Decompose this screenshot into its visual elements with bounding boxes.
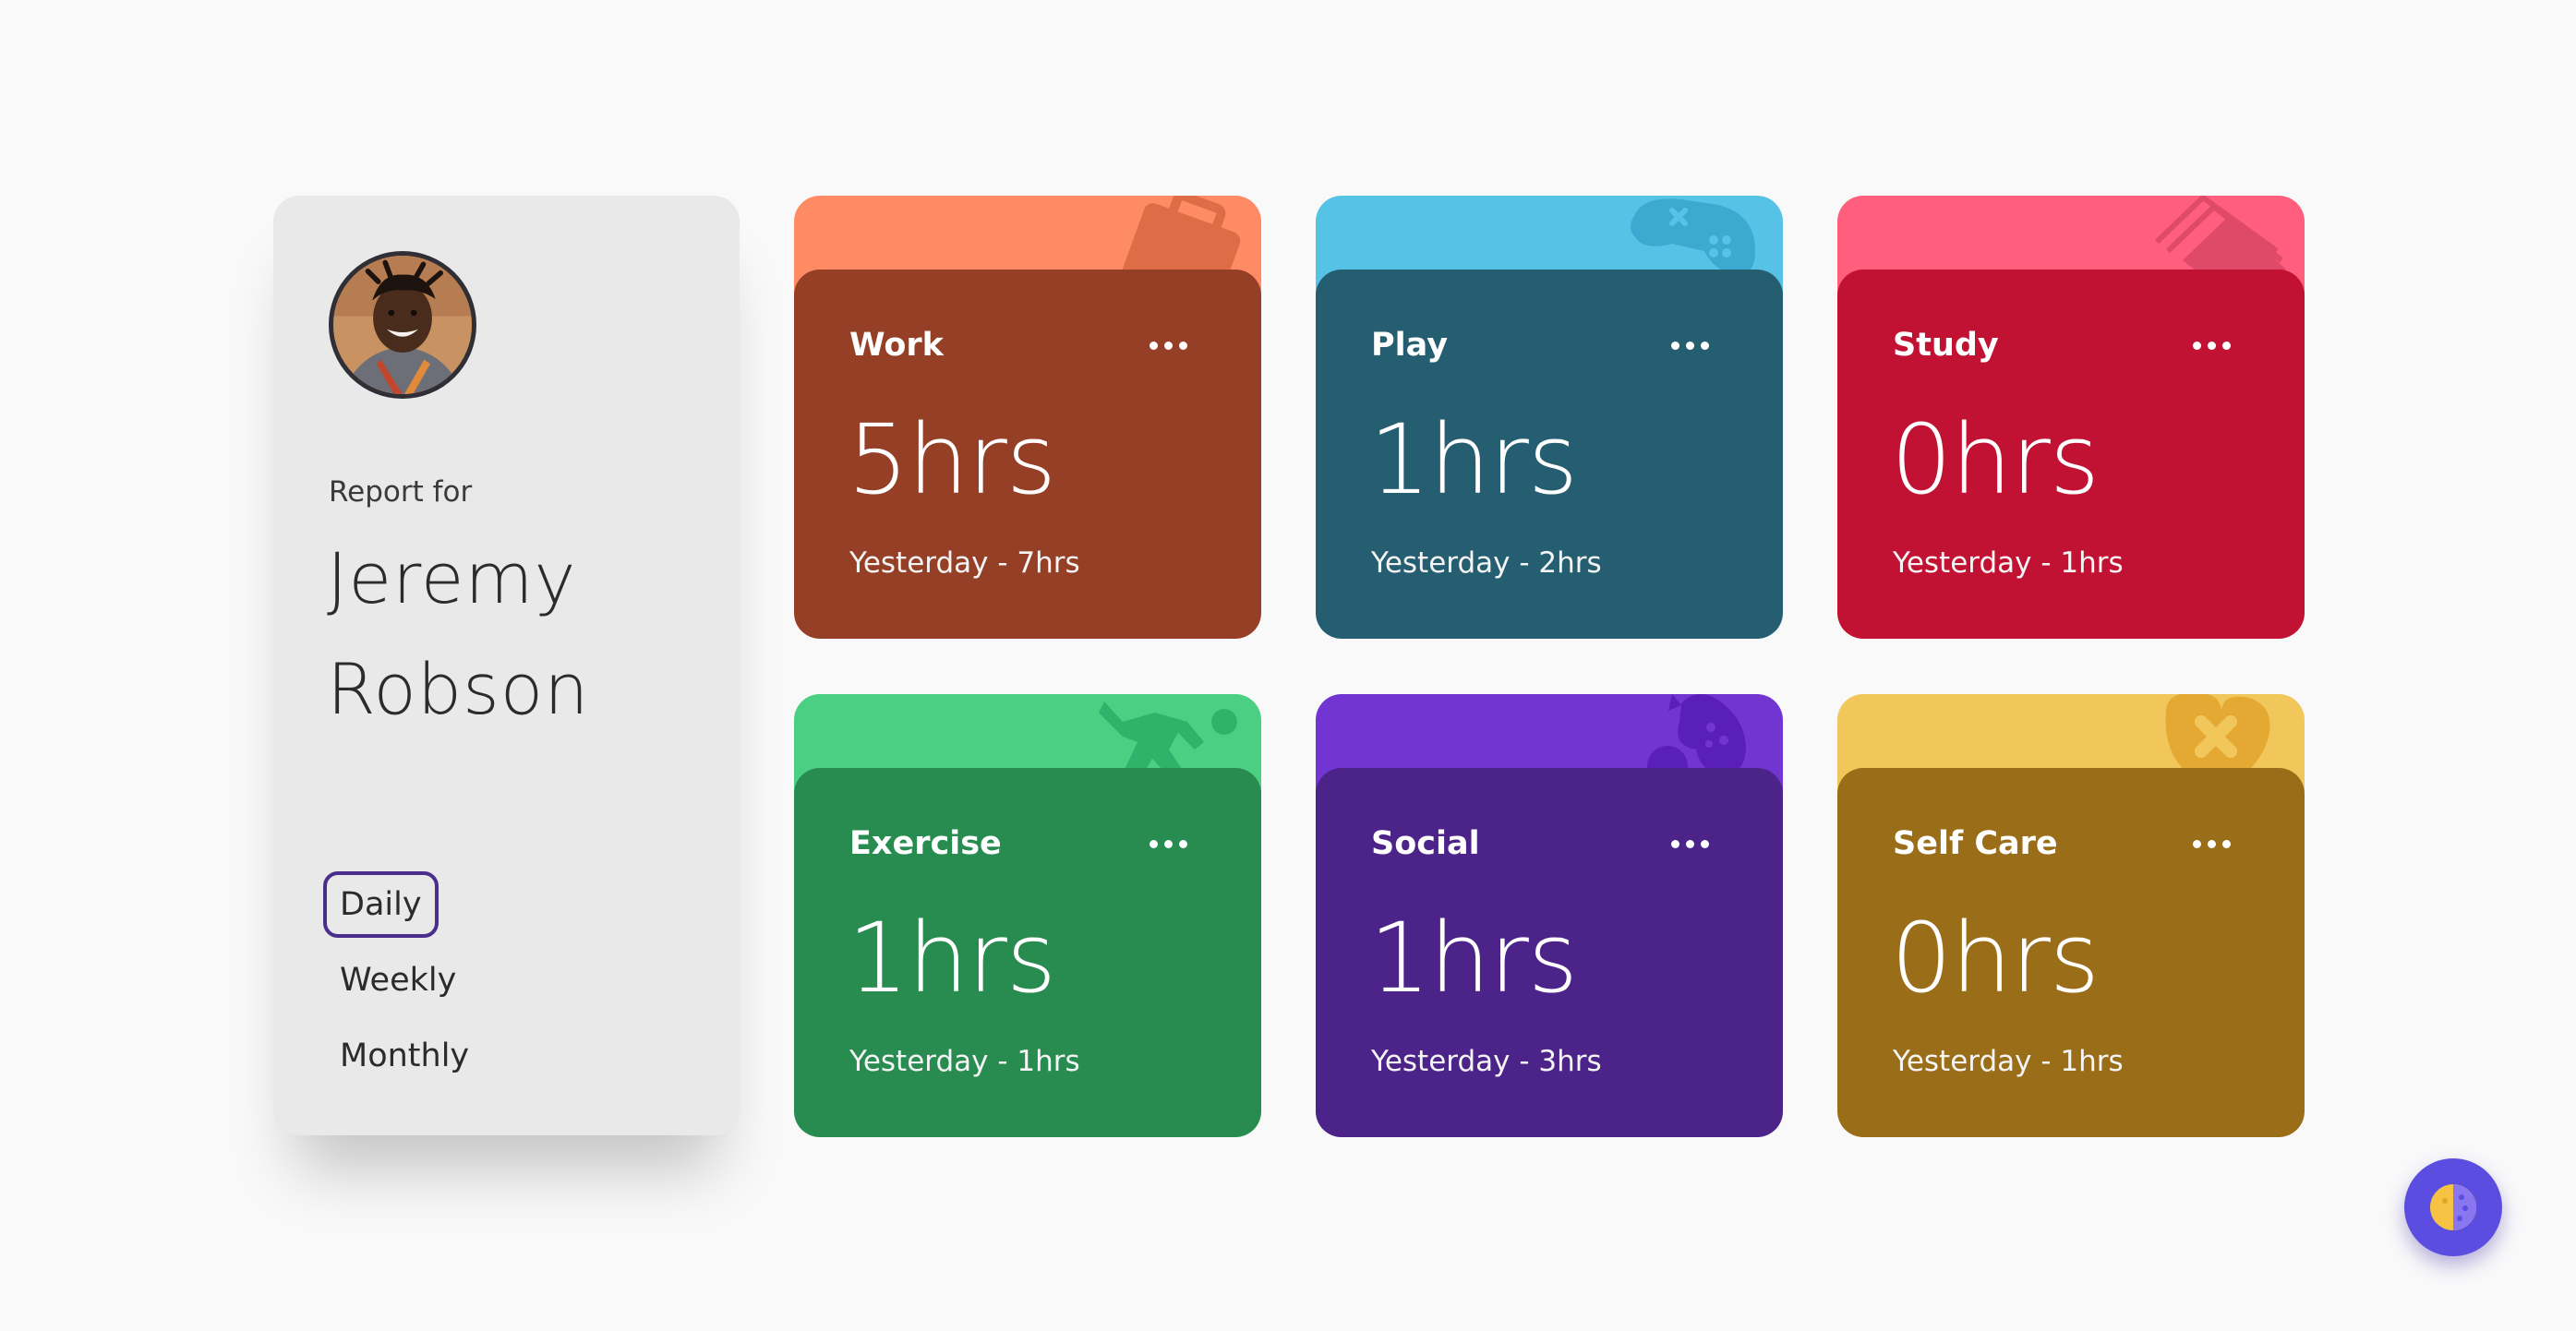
report-for-label: Report for (329, 475, 473, 509)
activity-previous: Yesterday - 1hrs (1893, 1045, 2124, 1078)
activity-card-work: Work 5hrs Yesterday - 7hrs (794, 196, 1261, 639)
profile-card: Report for Jeremy Robson Daily Weekly Mo… (273, 196, 740, 1135)
more-options-icon[interactable] (1671, 327, 1709, 364)
more-options-icon[interactable] (2193, 825, 2231, 862)
time-tracking-dashboard: Report for Jeremy Robson Daily Weekly Mo… (0, 0, 2576, 1331)
activity-hours: 5hrs (848, 403, 1056, 516)
avatar-image (333, 256, 472, 394)
activity-card-body: Social 1hrs Yesterday - 3hrs (1316, 768, 1783, 1137)
activity-card-body: Study 0hrs Yesterday - 1hrs (1837, 270, 2305, 639)
activity-card-body: Self Care 0hrs Yesterday - 1hrs (1837, 768, 2305, 1137)
theme-toggle-button[interactable] (2404, 1158, 2502, 1256)
more-options-icon[interactable] (1150, 825, 1187, 862)
more-options-icon[interactable] (1671, 825, 1709, 862)
activity-card-body: Exercise 1hrs Yesterday - 1hrs (794, 768, 1261, 1137)
user-name: Jeremy Robson (327, 523, 715, 745)
period-weekly-button[interactable]: Weekly (323, 947, 473, 1013)
activity-card-body: Work 5hrs Yesterday - 7hrs (794, 270, 1261, 639)
activity-title: Study (1893, 327, 1999, 364)
activity-previous: Yesterday - 2hrs (1371, 546, 1602, 580)
period-daily-button[interactable]: Daily (323, 871, 439, 938)
user-last-name: Robson (327, 648, 590, 730)
activity-title: Social (1371, 825, 1480, 862)
activity-card-body: Play 1hrs Yesterday - 2hrs (1316, 270, 1783, 639)
activity-previous: Yesterday - 1hrs (1893, 546, 2124, 580)
activity-card-study: Study 0hrs Yesterday - 1hrs (1837, 196, 2305, 639)
more-options-icon[interactable] (1150, 327, 1187, 364)
period-selector: Daily Weekly Monthly (323, 871, 486, 1098)
activity-hours: 0hrs (1891, 403, 2100, 516)
user-first-name: Jeremy (327, 537, 577, 619)
activity-hours: 0hrs (1891, 902, 2100, 1014)
more-options-icon[interactable] (2193, 327, 2231, 364)
activity-card-social: Social 1hrs Yesterday - 3hrs (1316, 694, 1783, 1137)
activity-title: Self Care (1893, 825, 2058, 862)
period-monthly-button[interactable]: Monthly (323, 1023, 486, 1089)
activity-title: Play (1371, 327, 1449, 364)
activity-card-exercise: Exercise 1hrs Yesterday - 1hrs (794, 694, 1261, 1137)
avatar (329, 251, 476, 399)
activity-hours: 1hrs (1369, 403, 1578, 516)
activity-card-self-care: Self Care 0hrs Yesterday - 1hrs (1837, 694, 2305, 1137)
activity-previous: Yesterday - 1hrs (849, 1045, 1080, 1078)
activity-title: Work (849, 327, 944, 364)
activity-previous: Yesterday - 3hrs (1371, 1045, 1602, 1078)
activity-previous: Yesterday - 7hrs (849, 546, 1080, 580)
activity-card-play: Play 1hrs Yesterday - 2hrs (1316, 196, 1783, 639)
activity-hours: 1hrs (1369, 902, 1578, 1014)
palette-icon (2430, 1184, 2476, 1230)
activity-title: Exercise (849, 825, 1002, 862)
activity-hours: 1hrs (848, 902, 1056, 1014)
